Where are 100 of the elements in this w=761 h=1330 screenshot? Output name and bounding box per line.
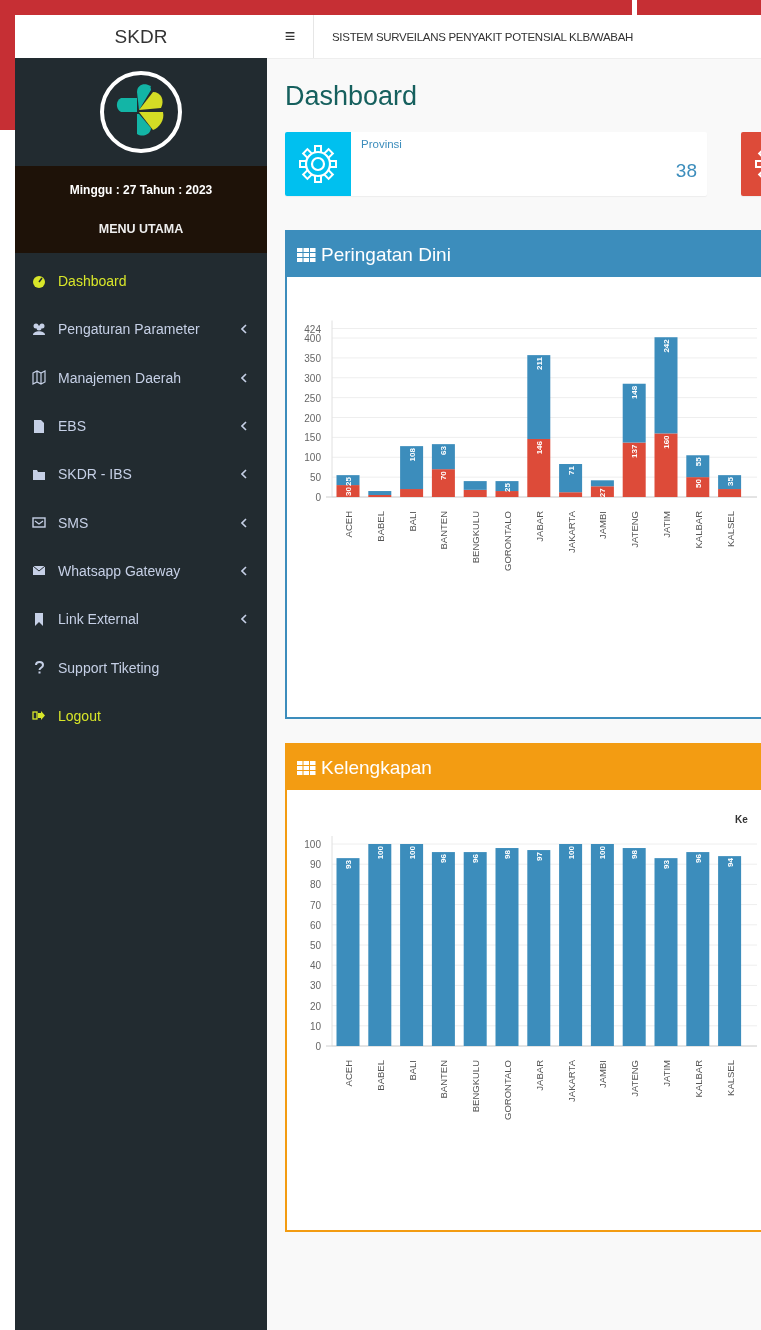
category-label: JATIM [661, 511, 672, 538]
bar [622, 383, 646, 443]
menu-item[interactable]: Support Tiketing [15, 643, 267, 692]
axis-tick-label: 150 [304, 432, 321, 444]
question-icon [32, 660, 46, 675]
category-label: KALBAR [692, 511, 704, 549]
category-label: KALBAR [692, 1060, 704, 1098]
bar [463, 481, 487, 490]
bar [431, 444, 455, 470]
axis-tick-label: 400 [304, 333, 321, 345]
axis-tick-label: 80 [309, 879, 321, 891]
users-icon [32, 321, 46, 337]
data-label: 94 [725, 858, 735, 868]
axis-tick-label: 200 [304, 412, 321, 424]
axis-tick-label: 350 [304, 352, 321, 364]
bar [622, 442, 646, 497]
data-label: 97 [534, 852, 544, 861]
menu-item[interactable]: SKDR - IBS [15, 450, 267, 499]
category-label: BABEL [374, 1060, 386, 1091]
axis-tick-label: 40 [309, 960, 321, 972]
data-label: 25 [503, 483, 512, 492]
axis-tick-label: 50 [309, 940, 321, 951]
menu-item[interactable]: EBS [15, 401, 267, 451]
axis-tick-label: 0 [315, 492, 321, 503]
category-label: KALSEL [724, 1060, 736, 1096]
category-label: BALI [406, 511, 418, 532]
category-label: JABAR [533, 511, 545, 542]
menu-item[interactable]: Dashboard [15, 257, 267, 306]
bar [686, 477, 710, 497]
logo-icon [99, 70, 183, 154]
data-label: 100 [407, 846, 417, 860]
category-label: JABAR [533, 1060, 545, 1091]
page-title: Dashboard [285, 81, 419, 112]
category-label: GORONTALO [502, 1060, 513, 1120]
category-label: JAMBI [597, 511, 609, 539]
category-label: ACEH [343, 511, 354, 538]
category-label: BALI [406, 1060, 418, 1081]
axis-tick-label: 10 [309, 1020, 321, 1032]
data-label: 98 [630, 850, 640, 859]
gear-icon [298, 144, 338, 184]
info-label: Provinsi [361, 138, 403, 150]
data-label: 30 [344, 487, 353, 496]
category-label: JAKARTA [565, 1060, 577, 1102]
bar [686, 455, 710, 478]
axis-tick-label: 300 [304, 372, 321, 384]
data-label: 242 [662, 339, 671, 353]
category-label: BABEL [374, 511, 386, 542]
axis-tick-label: 100 [304, 839, 321, 850]
file-icon [32, 418, 46, 434]
axis-tick-label: 30 [309, 980, 321, 992]
bar [336, 475, 360, 486]
menu-item[interactable]: Logout [15, 691, 267, 740]
category-label: JATENG [629, 511, 641, 548]
category-label: BENGKULU [470, 1060, 482, 1113]
panel-title: Peringatan Dini [321, 243, 451, 266]
data-label: 100 [598, 846, 608, 860]
category-label: JATENG [629, 1060, 641, 1097]
category-label: GORONTALO [502, 511, 513, 571]
menu-item[interactable]: SMS [15, 498, 267, 547]
axis-tick-label: 100 [304, 452, 321, 464]
category-label: BANTEN [438, 1060, 450, 1099]
axis-tick-label: 60 [309, 919, 321, 931]
info-value: 38 [675, 160, 697, 182]
bar [431, 469, 455, 497]
data-label: 27 [598, 488, 608, 498]
data-label: 71 [566, 466, 576, 475]
category-label: JATIM [661, 1060, 672, 1087]
brand-title: SKDR [15, 15, 267, 58]
week-info: Minggu : 27 Tahun : 2023 [69, 182, 213, 197]
data-label: 100 [375, 846, 385, 860]
data-label: 93 [344, 860, 353, 870]
axis-tick-label: 90 [309, 859, 321, 871]
data-label: 50 [693, 479, 703, 489]
axis-tick-label: 50 [309, 472, 321, 484]
data-label: 148 [630, 385, 640, 400]
category-label: BANTEN [438, 511, 450, 550]
dashboard-icon [32, 273, 46, 289]
menu-item[interactable]: Link External [15, 595, 267, 644]
menu-item[interactable]: Whatsapp Gateway [15, 546, 267, 596]
grid-icon [297, 760, 316, 775]
menu-item[interactable]: Manajemen Daerah [15, 353, 267, 402]
category-label: JAMBI [597, 1060, 609, 1088]
app-title: SISTEM SURVEILANS PENYAKIT POTENSIAL KLB/WABAH [331, 29, 634, 45]
data-label: 25 [344, 477, 353, 487]
data-label: 70 [439, 471, 449, 481]
envelope-icon [32, 515, 46, 531]
data-label: 108 [407, 448, 417, 462]
data-label: 96 [471, 854, 481, 863]
data-label: 146 [534, 441, 544, 455]
category-label: JAKARTA [565, 511, 577, 553]
axis-tick-label: 70 [309, 899, 321, 911]
category-label: KALSEL [724, 511, 736, 547]
legend-label: Ke [735, 814, 748, 825]
data-label: 63 [439, 446, 449, 456]
grid-icon [297, 247, 316, 262]
data-label: 35 [725, 477, 735, 487]
menu-item[interactable]: Pengaturan Parameter [15, 305, 267, 354]
axis-tick-label: 20 [309, 1000, 321, 1012]
map-icon [32, 370, 46, 386]
data-label: 100 [566, 846, 576, 860]
